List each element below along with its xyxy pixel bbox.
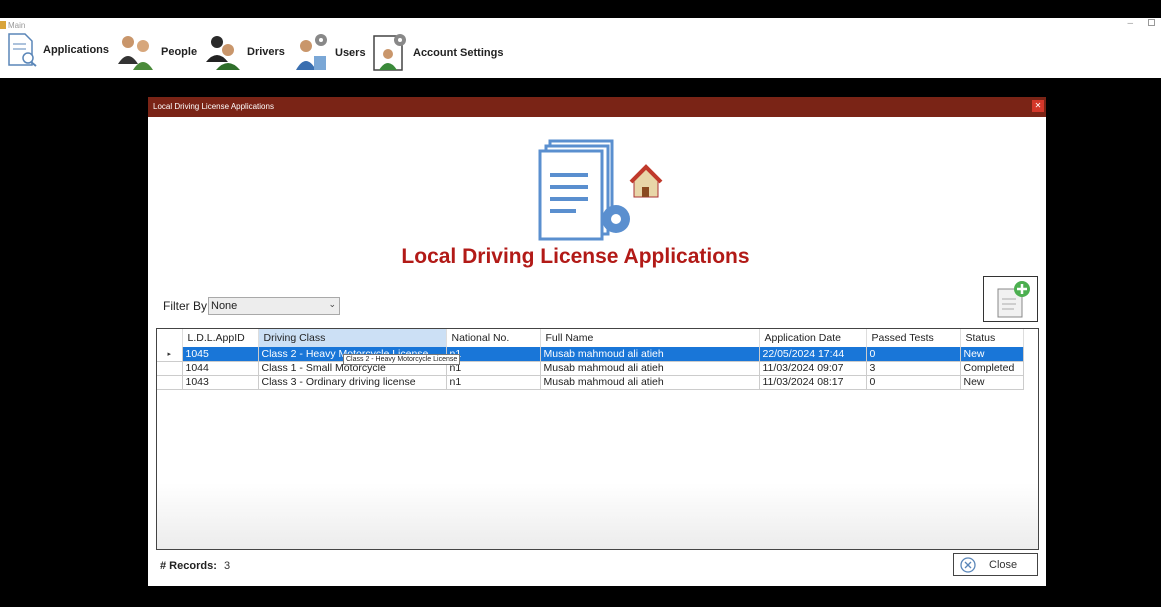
close-button[interactable]: Close (953, 553, 1038, 576)
menu-drivers[interactable]: Drivers (204, 32, 285, 72)
row-selector (157, 361, 183, 376)
chevron-down-icon: ⌄ (328, 299, 336, 309)
menu-applications[interactable]: Applications (6, 32, 109, 68)
document-search-icon (8, 33, 37, 67)
menu-people[interactable]: People (116, 32, 197, 72)
cell-full-name: Musab mahmoud ali atieh (540, 375, 760, 390)
column-header-application-date[interactable]: Application Date (759, 329, 867, 347)
cell-appid: 1045 (182, 347, 259, 362)
column-header-appid[interactable]: L.D.L.AppID (182, 329, 259, 347)
records-count: 3 (224, 560, 231, 572)
account-settings-icon (373, 34, 406, 71)
cell-application-date: 22/05/2024 17:44 (759, 347, 867, 362)
row-selector (157, 375, 183, 390)
local-license-applications-dialog: Local Driving License Applications ✕ Loc… (148, 97, 1046, 586)
cell-full-name: Musab mahmoud ali atieh (540, 347, 760, 362)
menu-account-settings-label: Account Settings (413, 47, 504, 59)
menu-account-settings[interactable]: Account Settings (372, 32, 503, 74)
people-icon (118, 36, 153, 70)
close-button-label: Close (989, 558, 1018, 571)
cell-appid: 1043 (182, 375, 259, 390)
menu-users-label: Users (335, 47, 366, 59)
maximize-button[interactable] (1148, 19, 1155, 26)
close-icon (960, 556, 976, 573)
column-header-status[interactable]: Status (960, 329, 1024, 347)
table-row[interactable]: 1044 Class 1 - Small Motorcycle n1 Musab… (157, 361, 1024, 376)
cell-status: Completed (960, 361, 1024, 376)
table-row[interactable]: 1043 Class 3 - Ordinary driving license … (157, 375, 1024, 390)
tooltip: Class 2 - Heavy Motorcycle License (343, 354, 461, 365)
filter-label: Filter By: (163, 299, 211, 313)
records-label: # Records: (160, 560, 217, 572)
menu-applications-label: Applications (43, 44, 110, 56)
cell-passed-tests: 0 (866, 375, 961, 390)
row-header-corner (157, 329, 183, 347)
filter-select[interactable]: None ⌄ (208, 297, 340, 315)
drivers-icon (206, 36, 240, 70)
column-header-passed-tests[interactable]: Passed Tests (866, 329, 961, 347)
cell-application-date: 11/03/2024 09:07 (759, 361, 867, 376)
applications-logo-icon (538, 139, 663, 241)
row-selector-icon: ▸ (157, 347, 183, 362)
filter-value: None (211, 300, 238, 312)
cell-passed-tests: 0 (866, 347, 961, 362)
minimize-button[interactable]: – (1127, 18, 1133, 29)
table-row[interactable]: ▸ 1045 Class 2 - Heavy Motorcycle Licens… (157, 347, 1024, 362)
app-icon (0, 21, 6, 29)
main-window: Main – Applications People Drivers Users… (0, 18, 1161, 78)
dialog-title: Local Driving License Applications (153, 102, 274, 111)
cell-driving-class: Class 3 - Ordinary driving license (258, 375, 447, 390)
menu-users[interactable]: Users (294, 32, 366, 74)
menu-people-label: People (161, 46, 198, 58)
cell-appid: 1044 (182, 361, 259, 376)
add-application-button[interactable] (983, 276, 1038, 322)
dialog-close-icon[interactable]: ✕ (1032, 100, 1044, 112)
cell-passed-tests: 3 (866, 361, 961, 376)
cell-national-no: n1 (446, 375, 541, 390)
users-icon (296, 34, 327, 70)
applications-grid[interactable]: L.D.L.AppID Driving Class National No. F… (156, 328, 1039, 550)
cell-status: New (960, 375, 1024, 390)
cell-full-name: Musab mahmoud ali atieh (540, 361, 760, 376)
column-header-driving-class[interactable]: Driving Class (258, 329, 447, 347)
applications-table: L.D.L.AppID Driving Class National No. F… (157, 329, 1024, 390)
cell-status: New (960, 347, 1024, 362)
page-title: Local Driving License Applications (401, 245, 750, 268)
column-header-full-name[interactable]: Full Name (540, 329, 760, 347)
cell-application-date: 11/03/2024 08:17 (759, 375, 867, 390)
table-header-row: L.D.L.AppID Driving Class National No. F… (157, 329, 1024, 347)
window-title: Main (8, 21, 26, 30)
add-document-icon (997, 281, 1030, 318)
menu-drivers-label: Drivers (247, 46, 285, 58)
column-header-national-no[interactable]: National No. (446, 329, 541, 347)
dialog-title-bar: Local Driving License Applications ✕ (148, 97, 1046, 117)
